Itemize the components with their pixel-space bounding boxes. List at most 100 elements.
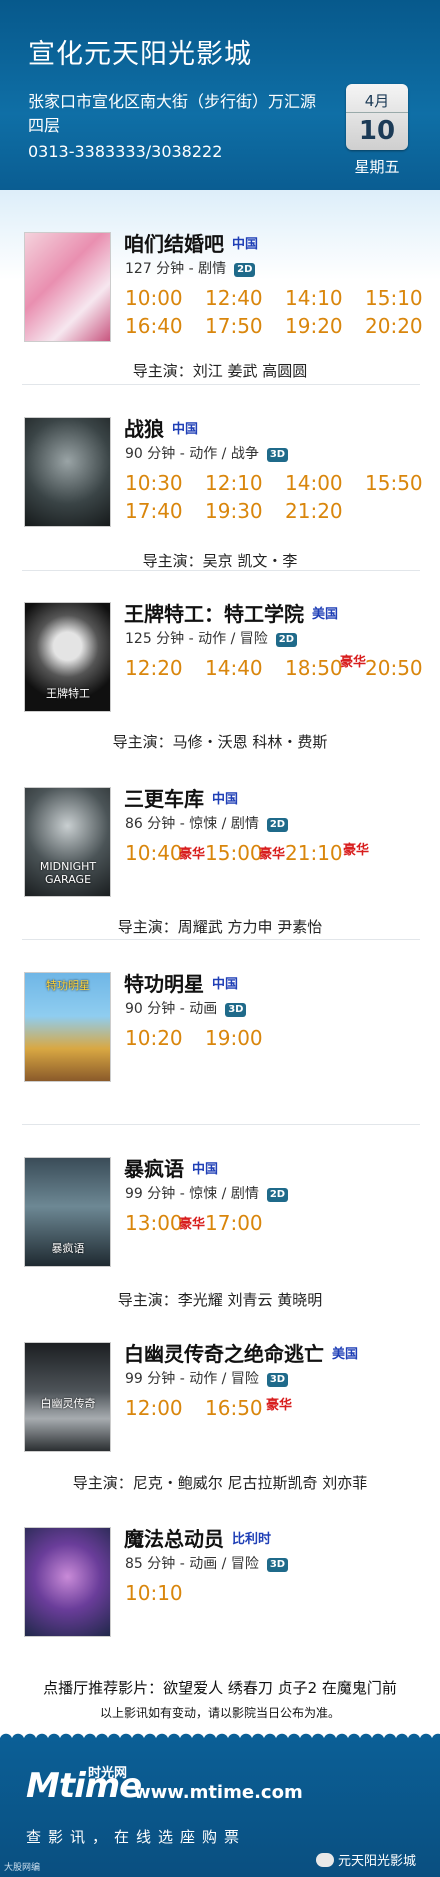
showtime[interactable]: 19:30 bbox=[205, 499, 263, 523]
corner-watermark: 大股网编 bbox=[4, 1863, 41, 1873]
showtime[interactable]: 15:50 bbox=[365, 471, 423, 495]
showtime[interactable]: 16:40 bbox=[125, 314, 183, 338]
divider bbox=[22, 1124, 420, 1125]
date-month: 4月 bbox=[364, 92, 390, 110]
date-card: 4月 10 bbox=[346, 84, 408, 150]
showtime[interactable]: 17:40 bbox=[125, 499, 183, 523]
showtime[interactable]: 14:10 bbox=[285, 286, 343, 310]
showtime[interactable]: 12:40 bbox=[205, 286, 263, 310]
cinema-phone[interactable]: 0313-3383333/3038222 bbox=[28, 142, 222, 161]
showtime[interactable]: 14:40 bbox=[205, 656, 263, 680]
mtime-logo-subtitle: 时光网 bbox=[88, 1766, 128, 1781]
showtime[interactable]: 10:40 bbox=[125, 841, 183, 865]
format-badge: 3D bbox=[225, 1003, 247, 1017]
movie-country: 美国 bbox=[332, 1347, 359, 1362]
movie-meta: 99 分钟 - 惊悚 / 剧情 2D bbox=[125, 1183, 289, 1203]
poster-title: 白幽灵传奇 bbox=[40, 1397, 96, 1410]
movie-country: 中国 bbox=[172, 422, 199, 437]
movie-poster[interactable] bbox=[24, 417, 111, 527]
movie-cast: 导主演：刘江 姜武 高圆圆 bbox=[132, 362, 308, 380]
luxury-hall-tag: 豪华 bbox=[259, 847, 286, 862]
movie-title[interactable]: 特功明星 中国 bbox=[124, 968, 238, 997]
footer: Mtime 时光网 www.mtime.com 查影讯，在线选座购票 大股网编 … bbox=[0, 1728, 440, 1877]
movie-country: 比利时 bbox=[232, 1532, 272, 1547]
format-badge: 3D bbox=[266, 1373, 289, 1387]
movie-title[interactable]: 魔法总动员 比利时 bbox=[124, 1523, 271, 1552]
showtime[interactable]: 12:10 bbox=[205, 471, 263, 495]
showtime[interactable]: 21:10 bbox=[285, 841, 343, 865]
movie-poster[interactable]: 王牌特工 bbox=[24, 602, 111, 712]
movie-title[interactable]: 暴疯语 中国 bbox=[124, 1153, 218, 1182]
showtime[interactable]: 12:20 bbox=[125, 656, 183, 680]
movie-poster[interactable]: MIDNIGHT GARAGE bbox=[24, 787, 111, 897]
wechat-name: 元天阳光影城 bbox=[338, 1854, 417, 1869]
showtime[interactable]: 17:00 bbox=[205, 1211, 263, 1235]
wechat-icon bbox=[316, 1853, 334, 1867]
footer-slogan: 查影讯，在线选座购票 bbox=[26, 1828, 247, 1846]
divider bbox=[22, 570, 420, 571]
movie-poster[interactable]: 暴疯语 bbox=[24, 1157, 111, 1267]
header: 宣化元天阳光影城 张家口市宣化区南大街（步行街）万汇源四层 0313-33833… bbox=[0, 0, 440, 200]
movie-title[interactable]: 战狼 中国 bbox=[124, 413, 198, 442]
date-weekday: 星期五 bbox=[354, 158, 400, 176]
movie-country: 中国 bbox=[212, 977, 239, 992]
cinema-name: 宣化元天阳光影城 bbox=[28, 39, 252, 70]
movie-cast: 导主演：尼克・鲍威尔 尼古拉斯凯奇 刘亦菲 bbox=[72, 1474, 368, 1492]
movie-country: 中国 bbox=[232, 237, 259, 252]
luxury-hall-tag: 豪华 bbox=[179, 1217, 206, 1232]
movie-meta: 86 分钟 - 惊悚 / 剧情 2D bbox=[125, 813, 289, 833]
website-link[interactable]: www.mtime.com bbox=[134, 1782, 303, 1803]
showtime[interactable]: 17:50 bbox=[205, 314, 263, 338]
movie-title[interactable]: 三更车库 中国 bbox=[124, 783, 238, 812]
showtime[interactable]: 10:20 bbox=[125, 1026, 183, 1050]
showtime[interactable]: 16:50 bbox=[205, 1396, 263, 1420]
format-badge: 2D bbox=[266, 818, 289, 832]
movie-cast: 导主演：李光耀 刘青云 黄晓明 bbox=[117, 1291, 323, 1309]
showtime[interactable]: 10:30 bbox=[125, 471, 183, 495]
movie-poster[interactable]: 特功明星 bbox=[24, 972, 111, 1082]
showtime[interactable]: 18:50 bbox=[285, 656, 343, 680]
showtime[interactable]: 19:20 bbox=[285, 314, 343, 338]
poster-title: 暴疯语 bbox=[51, 1242, 85, 1255]
movie-meta: 90 分钟 - 动作 / 战争 3D bbox=[125, 443, 289, 463]
showtime[interactable]: 19:00 bbox=[205, 1026, 263, 1050]
luxury-hall-tag: 豪华 bbox=[343, 843, 370, 858]
showtime[interactable]: 13:00 bbox=[125, 1211, 183, 1235]
movie-country: 美国 bbox=[312, 607, 339, 622]
movie-country: 中国 bbox=[212, 792, 239, 807]
date-day: 10 bbox=[358, 116, 396, 146]
schedule-notice: 以上影讯如有变动，请以影院当日公布为准。 bbox=[99, 1706, 340, 1720]
poster-title: MIDNIGHT GARAGE bbox=[39, 860, 97, 886]
showtime[interactable]: 12:00 bbox=[125, 1396, 183, 1420]
showtime[interactable]: 20:20 bbox=[365, 314, 423, 338]
movie-title[interactable]: 咱们结婚吧 中国 bbox=[124, 228, 258, 257]
movie-poster[interactable] bbox=[24, 232, 111, 342]
poster-title: 王牌特工 bbox=[46, 687, 90, 700]
movie-cast: 导主演：马修・沃恩 科林・费斯 bbox=[112, 733, 328, 751]
movie-meta: 90 分钟 - 动画 3D bbox=[125, 998, 247, 1018]
showtime[interactable]: 15:00 bbox=[205, 841, 263, 865]
format-badge: 3D bbox=[266, 1558, 289, 1572]
movie-poster[interactable] bbox=[24, 1527, 111, 1637]
format-badge: 2D bbox=[266, 1188, 289, 1202]
movie-meta: 85 分钟 - 动画 / 冒险 3D bbox=[125, 1553, 289, 1573]
movie-title[interactable]: 王牌特工：特工学院 美国 bbox=[124, 598, 338, 627]
movie-meta: 99 分钟 - 动作 / 冒险 3D bbox=[125, 1368, 289, 1388]
recommended-movies: 点播厅推荐影片：欲望爱人 绣春刀 贞子2 在魔鬼门前 bbox=[43, 1679, 397, 1697]
divider bbox=[22, 384, 420, 385]
showtime[interactable]: 21:20 bbox=[285, 499, 343, 523]
showtime[interactable]: 20:50 bbox=[365, 656, 423, 680]
showtime[interactable]: 10:10 bbox=[125, 1581, 183, 1605]
movie-country: 中国 bbox=[192, 1162, 219, 1177]
movie-poster[interactable]: 白幽灵传奇 bbox=[24, 1342, 111, 1452]
showtime[interactable]: 15:10 bbox=[365, 286, 423, 310]
showtime[interactable]: 14:00 bbox=[285, 471, 343, 495]
poster-title: 特功明星 bbox=[46, 979, 90, 992]
cinema-address: 张家口市宣化区南大街（步行街）万汇源四层 bbox=[28, 92, 317, 135]
format-badge: 3D bbox=[266, 448, 289, 462]
luxury-hall-tag: 豪华 bbox=[179, 847, 206, 862]
movie-title[interactable]: 白幽灵传奇之绝命逃亡 美国 bbox=[124, 1338, 358, 1367]
format-badge: 2D bbox=[275, 633, 298, 647]
showtime[interactable]: 10:00 bbox=[125, 286, 183, 310]
wechat-account[interactable]: 元天阳光影城 bbox=[316, 1850, 416, 1869]
